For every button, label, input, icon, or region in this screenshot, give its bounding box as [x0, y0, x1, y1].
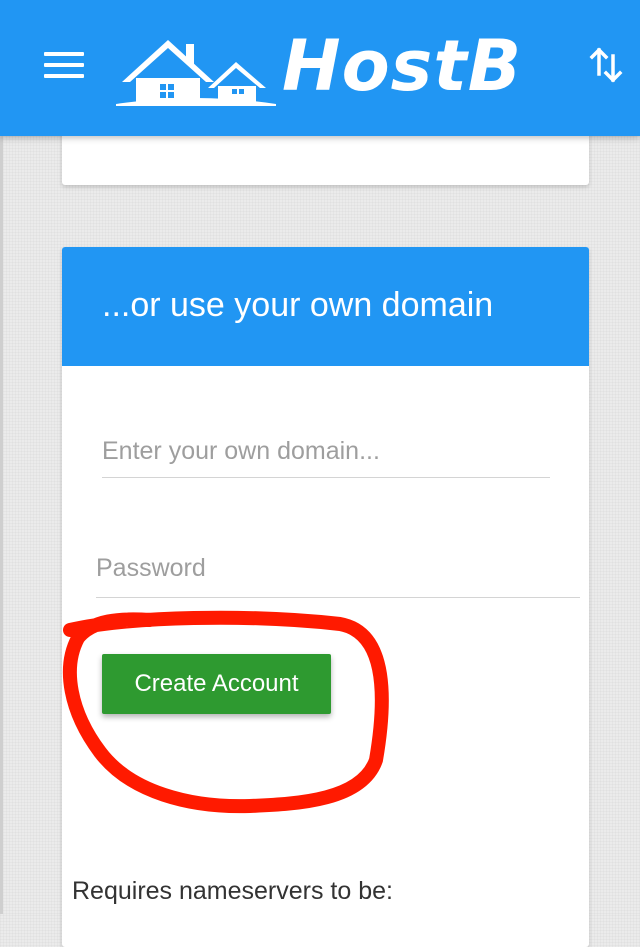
domain-input[interactable]	[102, 425, 550, 478]
hamburger-menu-icon[interactable]	[44, 52, 84, 82]
own-domain-title: ...or use your own domain	[102, 286, 494, 324]
nameservers-requirement-text: Requires nameservers to be:	[72, 877, 393, 905]
brand-name: HostB	[282, 25, 523, 107]
sort-arrows-icon[interactable]	[588, 44, 624, 86]
create-account-button[interactable]: Create Account	[102, 654, 331, 714]
password-input[interactable]	[96, 539, 580, 598]
own-domain-card: ...or use your own domain Create Account…	[62, 247, 589, 947]
own-domain-card-header: ...or use your own domain	[62, 247, 589, 366]
viewport-edge	[0, 136, 3, 914]
houses-logo-icon	[116, 40, 276, 106]
top-app-bar: HostB	[0, 0, 640, 136]
brand-logo[interactable]: HostB	[116, 24, 540, 108]
